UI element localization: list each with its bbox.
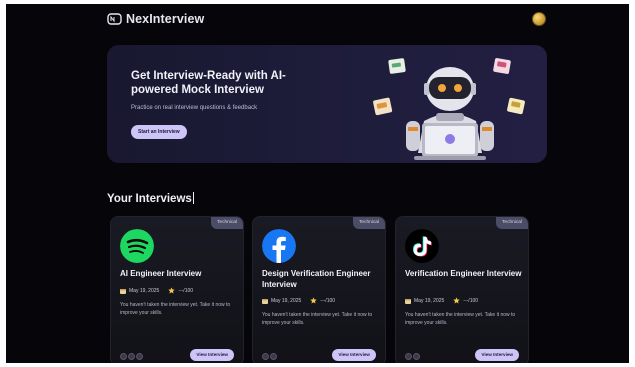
tech-icon bbox=[405, 353, 412, 360]
interview-card[interactable]: Technical Verification Engineer Intervie… bbox=[395, 216, 529, 363]
interview-score: ---/100 bbox=[463, 297, 479, 304]
view-interview-button[interactable]: View Interview bbox=[475, 349, 519, 361]
hero-title: Get Interview-Ready with AI-powered Mock… bbox=[131, 70, 286, 96]
interview-date: May 19, 2025 bbox=[271, 297, 302, 304]
calendar-icon bbox=[262, 298, 268, 304]
tech-icon bbox=[136, 353, 143, 360]
hero-subtitle: Practice on real interview questions & f… bbox=[131, 105, 258, 111]
interview-type-tag: Technical bbox=[496, 217, 528, 229]
tech-stack-icons bbox=[405, 353, 420, 360]
tech-icon bbox=[270, 353, 277, 360]
interview-score: ---/100 bbox=[320, 297, 336, 304]
floating-badge-icon bbox=[507, 97, 525, 115]
interview-type-tag: Technical bbox=[353, 217, 385, 229]
view-interview-button[interactable]: View Interview bbox=[190, 349, 234, 361]
tech-icon bbox=[128, 353, 135, 360]
interview-date: May 19, 2025 bbox=[129, 287, 160, 294]
tech-icon bbox=[120, 353, 127, 360]
interview-score: ---/100 bbox=[178, 287, 194, 294]
section-title: Your Interviews bbox=[107, 192, 194, 205]
brand-name: NexInterview bbox=[126, 12, 205, 26]
tech-stack-icons bbox=[262, 353, 277, 360]
star-icon bbox=[310, 297, 318, 304]
interview-description: You haven't taken the interview yet. Tak… bbox=[262, 312, 373, 326]
interview-title: Design Verification Engineer Interview bbox=[262, 269, 371, 289]
tiktok-logo-icon bbox=[405, 229, 439, 263]
star-icon bbox=[168, 287, 176, 294]
hero-banner: Get Interview-Ready with AI-powered Mock… bbox=[107, 45, 547, 163]
interview-card[interactable]: Technical AI Engineer Interview May 19, … bbox=[110, 216, 244, 363]
floating-badge-icon bbox=[373, 97, 393, 116]
top-navbar: NexInterview bbox=[6, 4, 629, 34]
section-title-text: Your Interviews bbox=[107, 193, 192, 205]
brand-logo[interactable]: NexInterview bbox=[107, 12, 204, 26]
robot-illustration bbox=[373, 58, 525, 160]
calendar-icon bbox=[120, 288, 126, 294]
facebook-logo-icon bbox=[262, 229, 296, 263]
floating-badge-icon bbox=[388, 58, 406, 74]
interview-meta: May 19, 2025 ---/100 bbox=[262, 297, 335, 304]
interview-meta: May 19, 2025 ---/100 bbox=[405, 297, 478, 304]
calendar-icon bbox=[405, 298, 411, 304]
interview-description: You haven't taken the interview yet. Tak… bbox=[120, 302, 231, 316]
floating-badge-icon bbox=[493, 58, 511, 74]
interview-date: May 19, 2025 bbox=[414, 297, 445, 304]
view-interview-button[interactable]: View Interview bbox=[332, 349, 376, 361]
interview-title: AI Engineer Interview bbox=[120, 269, 202, 278]
user-avatar[interactable] bbox=[532, 12, 546, 26]
interview-card[interactable]: Technical Design Verification Engineer I… bbox=[252, 216, 386, 363]
app-window: NexInterview Get Interview-Ready with AI… bbox=[6, 4, 629, 363]
tech-icon bbox=[262, 353, 269, 360]
interview-description: You haven't taken the interview yet. Tak… bbox=[405, 312, 516, 326]
text-cursor bbox=[192, 192, 194, 204]
interview-type-tag: Technical bbox=[211, 217, 243, 229]
interview-meta: May 19, 2025 ---/100 bbox=[120, 287, 193, 294]
spotify-logo-icon bbox=[120, 229, 154, 263]
star-icon bbox=[453, 297, 461, 304]
interview-title: Verification Engineer Interview bbox=[405, 269, 522, 278]
start-interview-button[interactable]: Start an Interview bbox=[131, 125, 187, 139]
chat-bubble-logo-icon bbox=[107, 13, 122, 25]
tech-icon bbox=[413, 353, 420, 360]
tech-stack-icons bbox=[120, 353, 143, 360]
